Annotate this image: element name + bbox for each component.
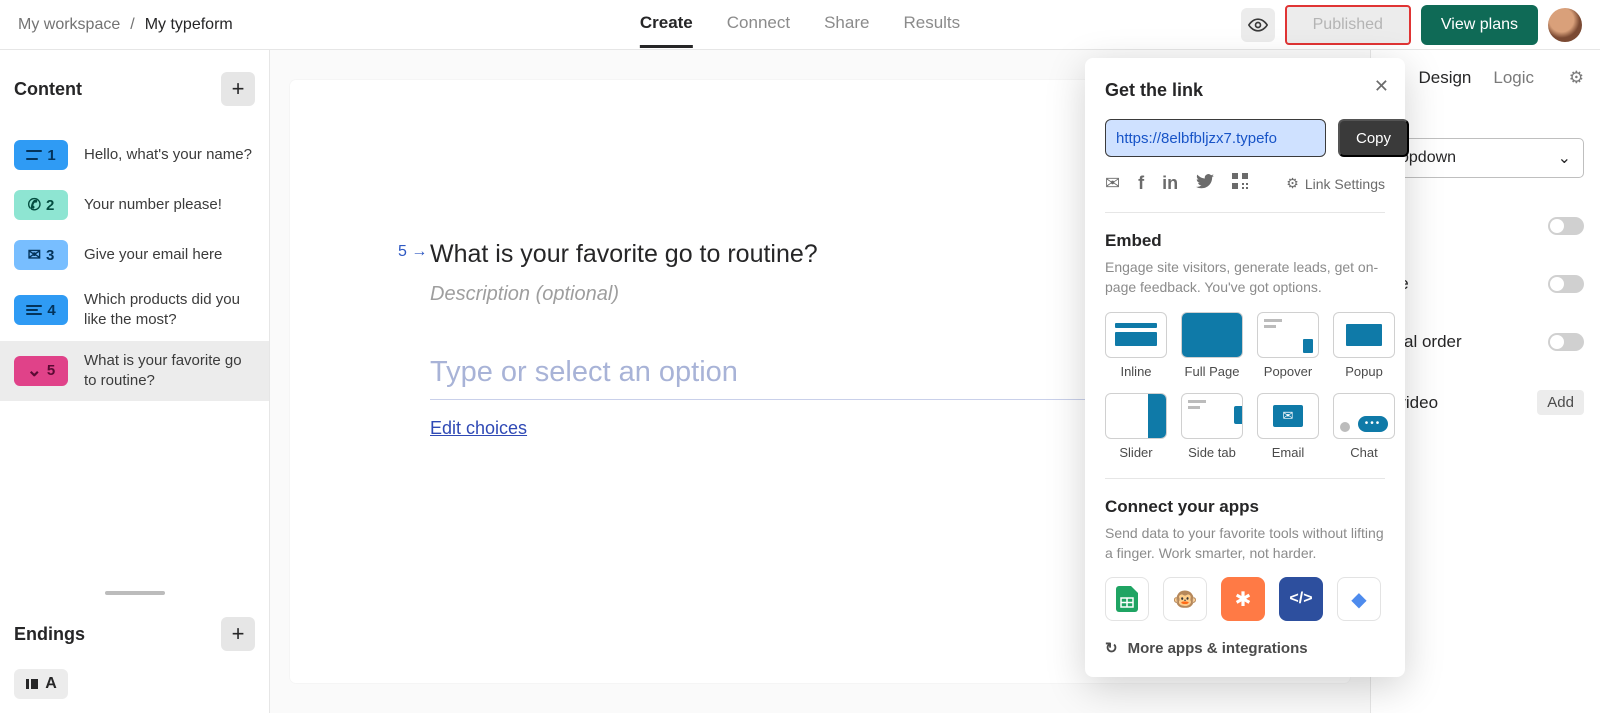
add-question-button[interactable]: + <box>221 72 255 106</box>
refresh-icon: ↻ <box>1105 639 1118 657</box>
chevron-down-icon: ⌄ <box>1558 148 1571 168</box>
short-text-icon <box>26 150 42 160</box>
question-number-ref: 5 → <box>398 243 427 261</box>
close-icon[interactable]: ✕ <box>1374 76 1389 97</box>
connect-apps-title: Connect your apps <box>1105 497 1385 517</box>
sidebar-endings-title: Endings <box>14 624 85 645</box>
breadcrumb-current[interactable]: My typeform <box>145 16 233 34</box>
embed-inline[interactable]: Inline <box>1105 312 1167 379</box>
phone-icon: ✆ <box>28 195 41 215</box>
question-label: What is your favorite go to routine? <box>84 351 255 392</box>
toggle-required[interactable] <box>1548 217 1584 235</box>
tab-results[interactable]: Results <box>903 1 960 48</box>
embed-popup[interactable]: Popup <box>1333 312 1395 379</box>
edit-choices-link[interactable]: Edit choices <box>430 418 527 439</box>
add-media-button[interactable]: Add <box>1537 390 1584 415</box>
mailchimp-icon[interactable]: 🐵 <box>1163 577 1207 621</box>
embed-title: Embed <box>1105 231 1385 251</box>
embed-popover[interactable]: Popover <box>1257 312 1319 379</box>
multi-choice-icon <box>26 305 42 315</box>
connect-apps-desc: Send data to your favorite tools without… <box>1105 523 1385 564</box>
question-item-2[interactable]: ✆2 Your number please! <box>0 180 269 230</box>
sidebar-content-title: Content <box>14 79 82 100</box>
nav-tabs: Create Connect Share Results <box>640 1 960 48</box>
rtab-logic[interactable]: Logic <box>1493 68 1534 88</box>
question-item-3[interactable]: ✉3 Give your email here <box>0 230 269 280</box>
tab-share[interactable]: Share <box>824 1 869 48</box>
email-share-icon[interactable]: ✉ <box>1105 173 1120 194</box>
rtab-design[interactable]: Design <box>1418 68 1471 88</box>
top-bar: My workspace / My typeform Create Connec… <box>0 0 1600 50</box>
twitter-icon[interactable] <box>1196 173 1214 194</box>
tab-create[interactable]: Create <box>640 1 693 48</box>
sidebar: Content + 1 Hello, what's your name? ✆2 … <box>0 50 270 713</box>
eye-icon <box>1248 18 1268 32</box>
qr-icon[interactable] <box>1232 173 1248 194</box>
tab-connect[interactable]: Connect <box>727 1 790 48</box>
embed-email[interactable]: ✉Email <box>1257 393 1319 460</box>
question-type-select[interactable]: opdown ⌄ <box>1387 138 1584 178</box>
share-link-input[interactable] <box>1105 119 1326 157</box>
top-right: Published View plans <box>1241 5 1582 45</box>
ending-icon <box>25 677 39 691</box>
more-apps-link[interactable]: ↻ More apps & integrations <box>1105 639 1385 657</box>
view-plans-button[interactable]: View plans <box>1421 5 1538 45</box>
ending-item-a[interactable]: A <box>14 669 68 699</box>
breadcrumb: My workspace / My typeform <box>18 16 233 34</box>
facebook-icon[interactable]: f <box>1138 173 1144 194</box>
popover-title: Get the link <box>1105 80 1385 101</box>
share-popover: Get the link ✕ Copy ✉ f in ⚙Link Setting… <box>1085 58 1405 677</box>
embed-sidetab[interactable]: Side tab <box>1181 393 1243 460</box>
dropdown-icon: ⌄ <box>27 360 42 381</box>
embed-code-icon[interactable]: </> <box>1279 577 1323 621</box>
embed-slider[interactable]: Slider <box>1105 393 1167 460</box>
breadcrumb-sep: / <box>130 16 134 34</box>
question-item-1[interactable]: 1 Hello, what's your name? <box>0 130 269 180</box>
question-item-5[interactable]: ⌄5 What is your favorite go to routine? <box>0 341 269 402</box>
hubspot-icon[interactable]: ✱ <box>1221 577 1265 621</box>
gear-icon: ⚙ <box>1286 175 1299 192</box>
question-item-4[interactable]: 4 Which products did you like the most? <box>0 280 269 341</box>
link-settings-button[interactable]: ⚙Link Settings <box>1286 175 1385 192</box>
add-ending-button[interactable]: + <box>221 617 255 651</box>
question-label: Hello, what's your name? <box>84 145 252 165</box>
copy-button[interactable]: Copy <box>1338 119 1409 157</box>
question-label: Which products did you like the most? <box>84 290 255 331</box>
published-button[interactable]: Published <box>1285 5 1411 45</box>
sidebar-resize-handle[interactable] <box>105 591 165 595</box>
question-label: Give your email here <box>84 245 222 265</box>
embed-chat[interactable]: •••Chat <box>1333 393 1395 460</box>
toggle-alphabetical[interactable] <box>1548 333 1584 351</box>
gear-icon[interactable]: ⚙ <box>1569 68 1584 88</box>
breadcrumb-workspace[interactable]: My workspace <box>18 16 120 34</box>
ending-letter: A <box>45 675 57 693</box>
email-icon: ✉ <box>28 245 41 265</box>
preview-button[interactable] <box>1241 8 1275 42</box>
linkedin-icon[interactable]: in <box>1162 173 1178 194</box>
embed-fullpage[interactable]: Full Page <box>1181 312 1243 379</box>
avatar[interactable] <box>1548 8 1582 42</box>
gtm-icon[interactable]: ◆ <box>1337 577 1381 621</box>
question-list: 1 Hello, what's your name? ✆2 Your numbe… <box>0 130 269 401</box>
google-sheets-icon[interactable] <box>1105 577 1149 621</box>
embed-desc: Engage site visitors, generate leads, ge… <box>1105 257 1385 298</box>
question-label: Your number please! <box>84 195 222 215</box>
toggle-randomize[interactable] <box>1548 275 1584 293</box>
